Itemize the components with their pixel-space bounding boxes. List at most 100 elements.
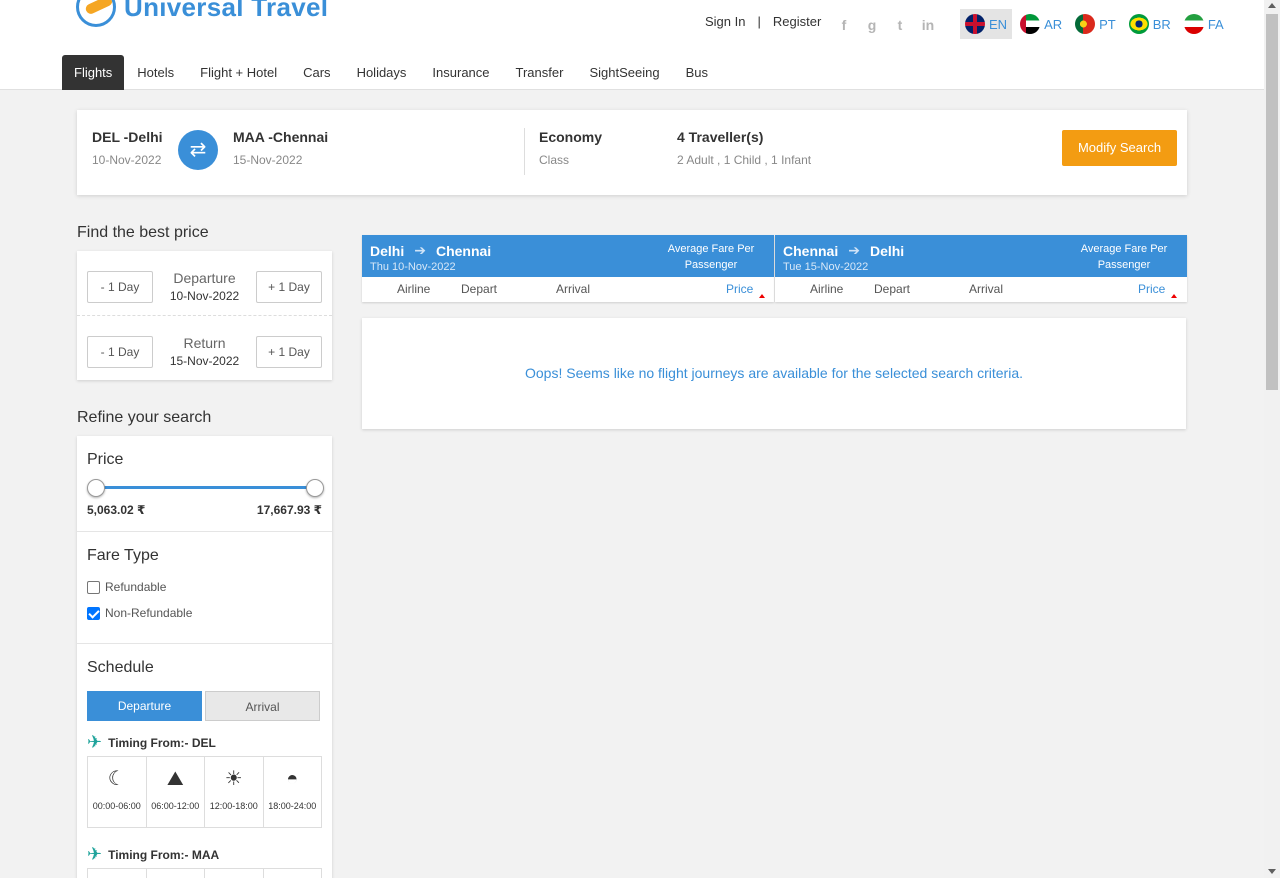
inbound-avg-fare-label: Average Fare Per Passenger — [1080, 243, 1168, 271]
refundable-option[interactable]: Refundable — [87, 580, 166, 594]
sort-asc-icon — [759, 294, 765, 298]
outbound-sort-columns: Airline Depart Arrival Price — [362, 277, 774, 302]
nav-bus[interactable]: Bus — [673, 55, 721, 90]
price-max-value: 17,667.93 ₹ — [256, 503, 322, 517]
scroll-up-icon[interactable] — [1268, 3, 1276, 8]
return-minus-day-button[interactable]: - 1 Day — [87, 336, 153, 368]
scroll-thumb[interactable] — [1266, 14, 1278, 390]
return-plus-day-button[interactable]: + 1 Day — [256, 336, 322, 368]
outbound-to: Chennai — [435, 242, 492, 259]
sort-arrival[interactable]: Arrival — [969, 282, 1003, 296]
slot-night-label: 00:00-06:00 — [92, 801, 141, 811]
lang-pt[interactable]: PT — [1070, 9, 1121, 39]
lang-ar[interactable]: AR — [1015, 9, 1067, 39]
fare-type-title: Fare Type — [87, 547, 159, 564]
travellers-block: 4 Traveller(s) 2 Adult , 1 Child , 1 Inf… — [677, 129, 811, 167]
sort-price[interactable]: Price — [726, 282, 753, 296]
departure-shift-row: - 1 Day Departure 10-Nov-2022 + 1 Day — [77, 251, 332, 315]
non-refundable-checkbox[interactable] — [87, 606, 100, 620]
no-results-message: Oops! Seems like no flight journeys are … — [362, 318, 1186, 429]
nav-cars[interactable]: Cars — [290, 55, 343, 90]
slot-afternoon[interactable]: ☀ 12:00-18:00 — [205, 757, 264, 827]
non-refundable-option[interactable]: Non-Refundable — [87, 606, 192, 620]
class-value: Economy — [539, 129, 603, 145]
refundable-label: Refundable — [105, 580, 167, 594]
slot-evening[interactable]: ◓ 18:00-24:00 — [264, 757, 322, 827]
inbound-to: Delhi — [869, 242, 905, 259]
sort-asc-icon — [1171, 294, 1177, 298]
nav-sightseeing[interactable]: SightSeeing — [576, 55, 672, 90]
swap-route-icon[interactable]: ⇄ — [178, 130, 218, 170]
schedule-departure-tab[interactable]: Departure — [87, 691, 202, 721]
sort-airline[interactable]: Airline — [397, 282, 430, 296]
link-separator: | — [757, 14, 761, 29]
site-logo[interactable]: Universal Travel — [76, 0, 328, 27]
uae-flag-icon — [1020, 14, 1041, 34]
schedule-title: Schedule — [87, 659, 154, 676]
return-date-display: Return 15-Nov-2022 — [147, 335, 262, 368]
slot-night[interactable] — [88, 869, 147, 878]
sign-in-link[interactable]: Sign In — [705, 14, 745, 29]
price-max-handle[interactable] — [306, 479, 324, 497]
nav-hotels[interactable]: Hotels — [124, 55, 187, 90]
nav-transfer[interactable]: Transfer — [503, 55, 577, 90]
destination-date: 15-Nov-2022 — [233, 153, 303, 167]
class-block: Economy Class — [539, 129, 602, 167]
nav-holidays[interactable]: Holidays — [344, 55, 420, 90]
inbound-route-bar: Chennai ➔ Delhi Tue 15-Nov-2022 Average … — [775, 235, 1187, 277]
scroll-down-icon[interactable] — [1268, 869, 1276, 874]
slot-morning[interactable]: ⛰ 06:00-12:00 — [147, 757, 205, 827]
origin-city: DEL -Delhi — [92, 129, 163, 145]
google-plus-icon[interactable]: g — [864, 16, 880, 34]
refine-panel: Price 5,063.02 ₹ 17,667.93 ₹ Fare Type R… — [77, 436, 332, 878]
outbound-route-bar: Delhi ➔ Chennai Thu 10-Nov-2022 Average … — [362, 235, 774, 277]
linkedin-icon[interactable]: in — [920, 16, 936, 34]
slot-afternoon[interactable] — [205, 869, 264, 878]
arrow-right-icon: ➔ — [414, 242, 426, 258]
departure-plus-day-button[interactable]: + 1 Day — [256, 271, 322, 303]
price-slider-track[interactable] — [97, 486, 315, 489]
schedule-arrival-tab[interactable]: Arrival — [205, 691, 320, 721]
slot-night[interactable]: ☾ 00:00-06:00 — [88, 757, 147, 827]
iran-flag-icon — [1183, 14, 1204, 34]
twitter-icon[interactable]: t — [892, 16, 908, 34]
lang-br[interactable]: BR — [1124, 9, 1176, 39]
class-label: Class — [539, 153, 570, 167]
price-filter-title: Price — [87, 451, 124, 468]
sort-price[interactable]: Price — [1138, 282, 1165, 296]
lang-pt-label: PT — [1099, 16, 1116, 32]
inbound-results-header: Chennai ➔ Delhi Tue 15-Nov-2022 Average … — [775, 235, 1187, 302]
sort-depart[interactable]: Depart — [461, 282, 497, 296]
modify-search-button[interactable]: Modify Search — [1062, 130, 1177, 166]
refundable-checkbox[interactable] — [87, 580, 100, 594]
slot-morning[interactable] — [147, 869, 205, 878]
arrow-right-icon: ➔ — [848, 242, 860, 258]
sort-depart[interactable]: Depart — [874, 282, 910, 296]
departure-label: Departure — [173, 270, 236, 286]
slot-evening[interactable] — [264, 869, 322, 878]
nav-flight-hotel[interactable]: Flight + Hotel — [187, 55, 290, 90]
price-min-handle[interactable] — [87, 479, 105, 497]
register-link[interactable]: Register — [773, 14, 821, 29]
lang-en[interactable]: EN — [960, 9, 1013, 39]
facebook-icon[interactable]: f — [836, 16, 852, 34]
sunset-icon: ◓ — [286, 768, 299, 790]
airplane-icon: ✈ — [87, 844, 103, 864]
non-refundable-label: Non-Refundable — [105, 606, 193, 620]
departure-minus-day-button[interactable]: - 1 Day — [87, 271, 153, 303]
sort-arrival[interactable]: Arrival — [556, 282, 590, 296]
page-scrollbar[interactable] — [1264, 0, 1280, 878]
brazil-flag-icon — [1128, 14, 1149, 34]
sort-airline[interactable]: Airline — [810, 282, 843, 296]
lang-fa[interactable]: FA — [1179, 9, 1229, 39]
outbound-date: Thu 10-Nov-2022 — [370, 261, 456, 273]
nav-insurance[interactable]: Insurance — [419, 55, 502, 90]
lang-fa-label: FA — [1207, 16, 1224, 32]
departure-date: 10-Nov-2022 — [169, 289, 240, 303]
summary-divider — [524, 128, 525, 175]
social-links: f g t in — [836, 16, 936, 34]
nav-flights[interactable]: Flights — [62, 55, 125, 90]
slot-evening-label: 18:00-24:00 — [268, 801, 317, 811]
lang-ar-label: AR — [1044, 16, 1063, 32]
best-price-box: - 1 Day Departure 10-Nov-2022 + 1 Day - … — [77, 251, 332, 380]
